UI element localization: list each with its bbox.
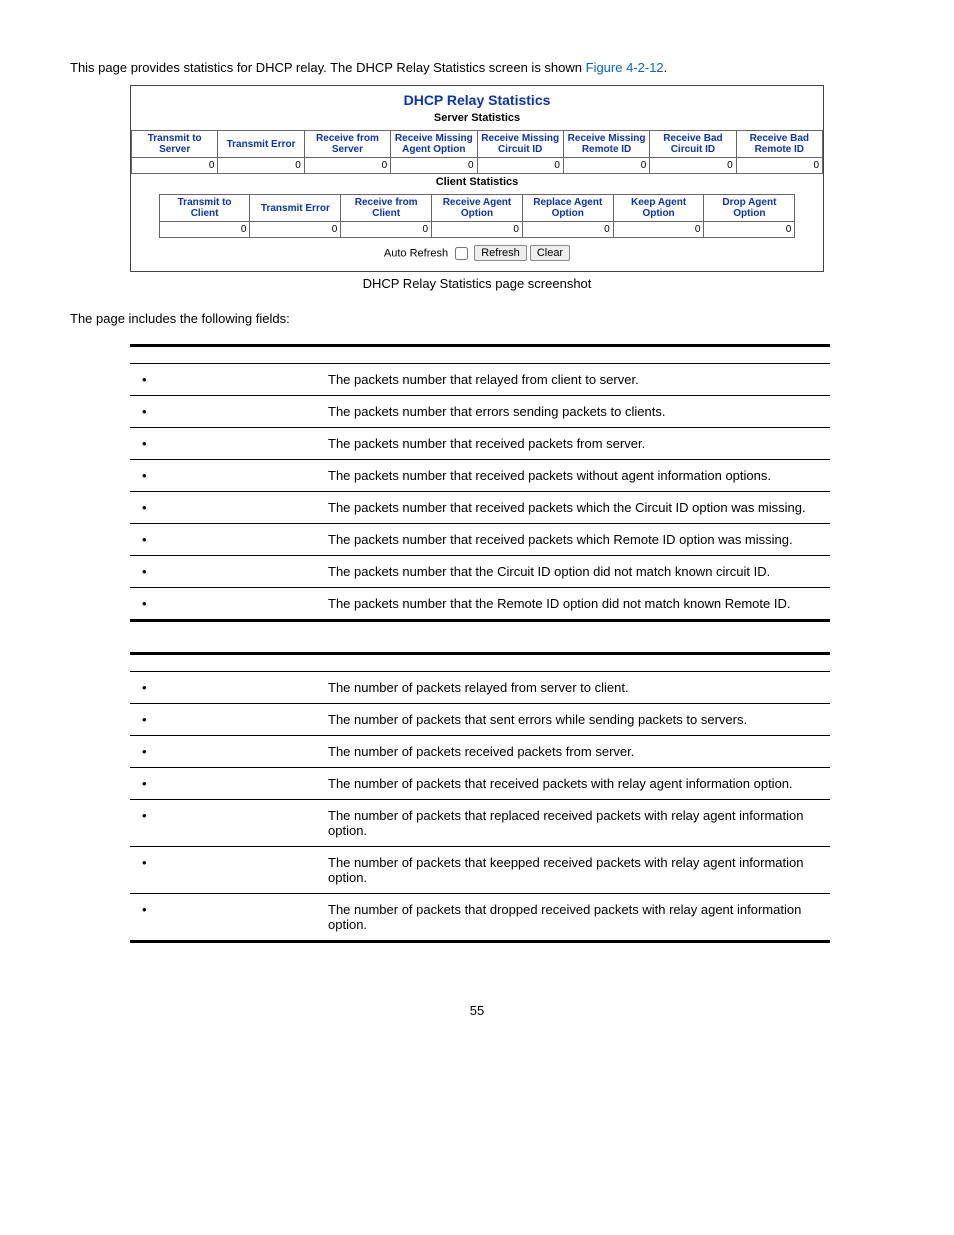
screenshot-controls: Auto Refresh Refresh Clear: [131, 238, 823, 271]
client-col-header: Transmit to Client: [159, 195, 250, 222]
fields-intro: The page includes the following fields:: [70, 311, 884, 326]
client-col-header: Replace Agent Option: [522, 195, 613, 222]
client-stats-table: Transmit to ClientTransmit ErrorReceive …: [159, 194, 796, 238]
field-description: The packets number that received packets…: [322, 460, 830, 492]
field-object: [130, 894, 322, 942]
server-col-value: 0: [650, 158, 736, 174]
field-description: The packets number that received packets…: [322, 524, 830, 556]
server-col-header: Transmit to Server: [132, 131, 218, 158]
refresh-button[interactable]: Refresh: [474, 245, 527, 261]
intro-text: This page provides statistics for DHCP r…: [70, 60, 884, 75]
field-object: [130, 847, 322, 894]
field-object: [130, 768, 322, 800]
client-col-value: 0: [250, 222, 341, 238]
auto-refresh-checkbox[interactable]: [455, 247, 468, 260]
server-col-header: Transmit Error: [218, 131, 304, 158]
server-col-header: Receive from Server: [304, 131, 390, 158]
field-description: The packets number that received packets…: [322, 492, 830, 524]
field-description: The packets number that the Circuit ID o…: [322, 556, 830, 588]
server-col-value: 0: [736, 158, 822, 174]
client-col-header: Keep Agent Option: [613, 195, 704, 222]
client-col-header: Transmit Error: [250, 195, 341, 222]
screenshot-title: DHCP Relay Statistics: [131, 86, 823, 110]
page-number: 55: [70, 1003, 884, 1018]
field-object: [130, 460, 322, 492]
server-col-header: Receive Bad Circuit ID: [650, 131, 736, 158]
server-col-header: Receive Missing Agent Option: [391, 131, 477, 158]
server-stats-table: Transmit to ServerTransmit ErrorReceive …: [131, 130, 823, 174]
field-description: The number of packets relayed from serve…: [322, 672, 830, 704]
field-description: The packets number that the Remote ID op…: [322, 588, 830, 621]
client-col-header: Drop Agent Option: [704, 195, 795, 222]
server-col-value: 0: [563, 158, 649, 174]
client-stats-subtitle: Client Statistics: [131, 174, 823, 194]
server-col-header: Receive Bad Remote ID: [736, 131, 822, 158]
server-col-value: 0: [218, 158, 304, 174]
field-object: [130, 556, 322, 588]
client-col-header: Receive from Client: [341, 195, 432, 222]
field-object: [130, 588, 322, 621]
client-col-value: 0: [704, 222, 795, 238]
client-col-value: 0: [613, 222, 704, 238]
client-col-value: 0: [341, 222, 432, 238]
server-col-value: 0: [477, 158, 563, 174]
screenshot-caption: DHCP Relay Statistics page screenshot: [70, 276, 884, 291]
field-description: The number of packets that dropped recei…: [322, 894, 830, 942]
server-col-header: Receive Missing Remote ID: [563, 131, 649, 158]
client-col-value: 0: [522, 222, 613, 238]
screenshot-panel: DHCP Relay Statistics Server Statistics …: [130, 85, 824, 272]
field-description: The number of packets that replaced rece…: [322, 800, 830, 847]
field-object: [130, 672, 322, 704]
field-object: [130, 736, 322, 768]
field-object: [130, 492, 322, 524]
auto-refresh-label: Auto Refresh: [384, 247, 448, 259]
field-description: The packets number that received packets…: [322, 428, 830, 460]
server-col-value: 0: [391, 158, 477, 174]
server-fields-table: The packets number that relayed from cli…: [130, 344, 830, 622]
field-object: [130, 800, 322, 847]
field-description: The number of packets that keepped recei…: [322, 847, 830, 894]
client-col-header: Receive Agent Option: [432, 195, 523, 222]
intro-after: .: [664, 60, 668, 75]
client-col-value: 0: [159, 222, 250, 238]
client-fields-table: The number of packets relayed from serve…: [130, 652, 830, 943]
field-description: The number of packets that received pack…: [322, 768, 830, 800]
intro-before: This page provides statistics for DHCP r…: [70, 60, 586, 75]
server-col-header: Receive Missing Circuit ID: [477, 131, 563, 158]
server-stats-subtitle: Server Statistics: [131, 110, 823, 130]
field-object: [130, 396, 322, 428]
field-description: The number of packets received packets f…: [322, 736, 830, 768]
field-description: The packets number that relayed from cli…: [322, 364, 830, 396]
field-object: [130, 364, 322, 396]
figure-link[interactable]: Figure 4-2-12: [586, 60, 664, 75]
server-col-value: 0: [304, 158, 390, 174]
field-description: The packets number that errors sending p…: [322, 396, 830, 428]
field-object: [130, 428, 322, 460]
field-object: [130, 524, 322, 556]
clear-button[interactable]: Clear: [530, 245, 570, 261]
field-object: [130, 704, 322, 736]
field-description: The number of packets that sent errors w…: [322, 704, 830, 736]
server-col-value: 0: [132, 158, 218, 174]
client-col-value: 0: [432, 222, 523, 238]
